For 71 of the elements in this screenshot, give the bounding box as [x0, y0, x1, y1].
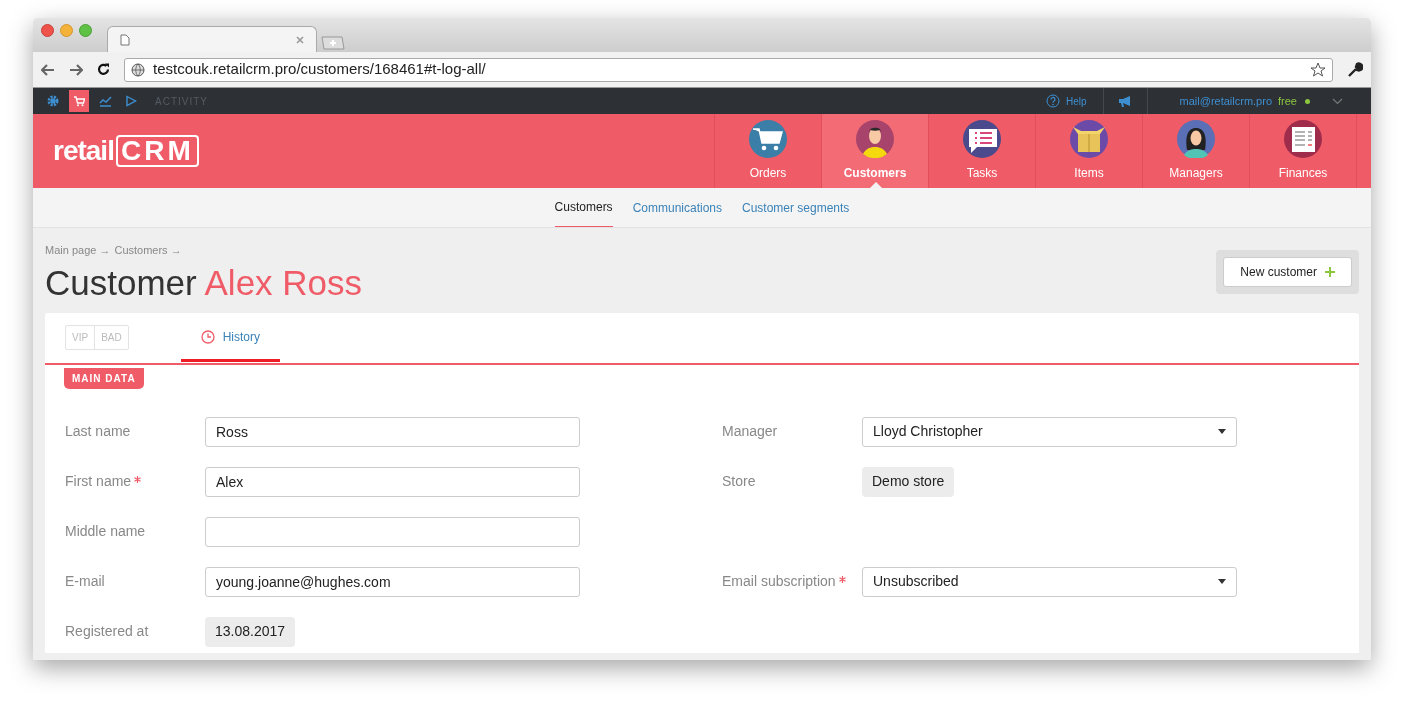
help-link[interactable]: Help [1066, 93, 1103, 109]
text-input-field[interactable]: Alex [205, 466, 580, 497]
chart-icon [98, 95, 112, 107]
nav-item[interactable]: Managers [1143, 114, 1250, 188]
history-tab[interactable]: History [180, 311, 281, 362]
page-title: Customer Alex Ross [45, 261, 363, 304]
field-label: E-mail [65, 572, 105, 591]
plus-icon [1325, 267, 1335, 277]
nav-item[interactable]: Items [1036, 114, 1143, 188]
nav-item[interactable]: Tasks [929, 114, 1036, 188]
nav-item[interactable]: Customers [822, 114, 929, 188]
subnav-tab[interactable]: Customers [554, 188, 613, 227]
field-label: Store [722, 472, 756, 491]
select-field[interactable]: Lloyd Christopher [862, 416, 1237, 447]
page-icon [120, 33, 130, 46]
globe-icon [131, 62, 145, 77]
caret-icon [1218, 429, 1226, 434]
reload-icon[interactable] [97, 63, 110, 76]
address-field[interactable]: testcouk.retailcrm.pro/customers/168461#t-log-all/ [124, 57, 1333, 82]
field-label: Email subscription [722, 572, 836, 591]
box-icon [1070, 120, 1108, 158]
subnav-tab[interactable]: Customer segments [742, 188, 850, 227]
field-label: Registered at [65, 622, 149, 641]
maximize-window-icon[interactable] [79, 24, 92, 37]
text-input-field[interactable] [205, 516, 580, 547]
value-chip: 13.08.2017 [205, 616, 296, 647]
breadcrumb-link[interactable]: Main page → [45, 242, 111, 259]
document-icon [1284, 120, 1322, 158]
woman-avatar-icon [1177, 120, 1215, 158]
cart-icon [749, 120, 787, 158]
field-label: Middle name [65, 522, 146, 541]
field-label: First name [65, 472, 132, 491]
new-customer-button[interactable]: New customer [1223, 257, 1352, 287]
browser-tab[interactable] [107, 26, 317, 52]
back-icon[interactable] [41, 63, 55, 76]
help-icon [1046, 94, 1060, 108]
required-asterisk-icon [838, 576, 846, 583]
select-field[interactable]: Unsubscribed [862, 566, 1237, 597]
star-icon[interactable] [1310, 61, 1326, 78]
account-email[interactable]: mail@retailcrm.pro [1179, 92, 1273, 110]
value-chip: Demo store [862, 466, 955, 497]
required-asterisk-icon [134, 476, 142, 483]
subnav-tab[interactable]: Communications [632, 188, 722, 227]
nav-item[interactable]: Finances [1250, 114, 1357, 188]
settings-icon [47, 95, 59, 107]
wrench-icon[interactable] [1347, 61, 1363, 78]
play-icon [125, 95, 137, 107]
field-label: Manager [722, 422, 778, 441]
man-avatar-icon [856, 120, 894, 158]
toolbar-button[interactable] [69, 90, 89, 112]
field-label: Last name [65, 422, 131, 441]
chevron-down-icon[interactable] [1332, 97, 1343, 105]
tag-toggle[interactable]: VIP [66, 326, 96, 349]
minimize-window-icon[interactable] [60, 24, 73, 37]
megaphone-icon[interactable] [1117, 95, 1133, 107]
forward-icon[interactable] [69, 63, 83, 76]
new-tab-icon[interactable] [321, 36, 345, 50]
text-input-field[interactable]: Ross [205, 416, 580, 447]
breadcrumb-link[interactable]: Customers → [114, 242, 182, 259]
section-label: MAIN DATA [64, 367, 144, 389]
caret-icon [1218, 579, 1226, 584]
clock-icon [200, 329, 215, 344]
logo[interactable]: retail CRM [53, 130, 199, 172]
close-icon[interactable] [296, 35, 304, 44]
plan-label: free [1278, 93, 1297, 109]
close-window-icon[interactable] [41, 24, 54, 37]
cart-icon [73, 95, 85, 107]
list-icon [963, 120, 1001, 158]
tag-toggle[interactable]: BAD [95, 326, 128, 349]
text-input-field[interactable]: young.joanne@hughes.com [205, 566, 580, 597]
url-text: testcouk.retailcrm.pro/customers/168461#t-log-all/ [153, 59, 487, 80]
